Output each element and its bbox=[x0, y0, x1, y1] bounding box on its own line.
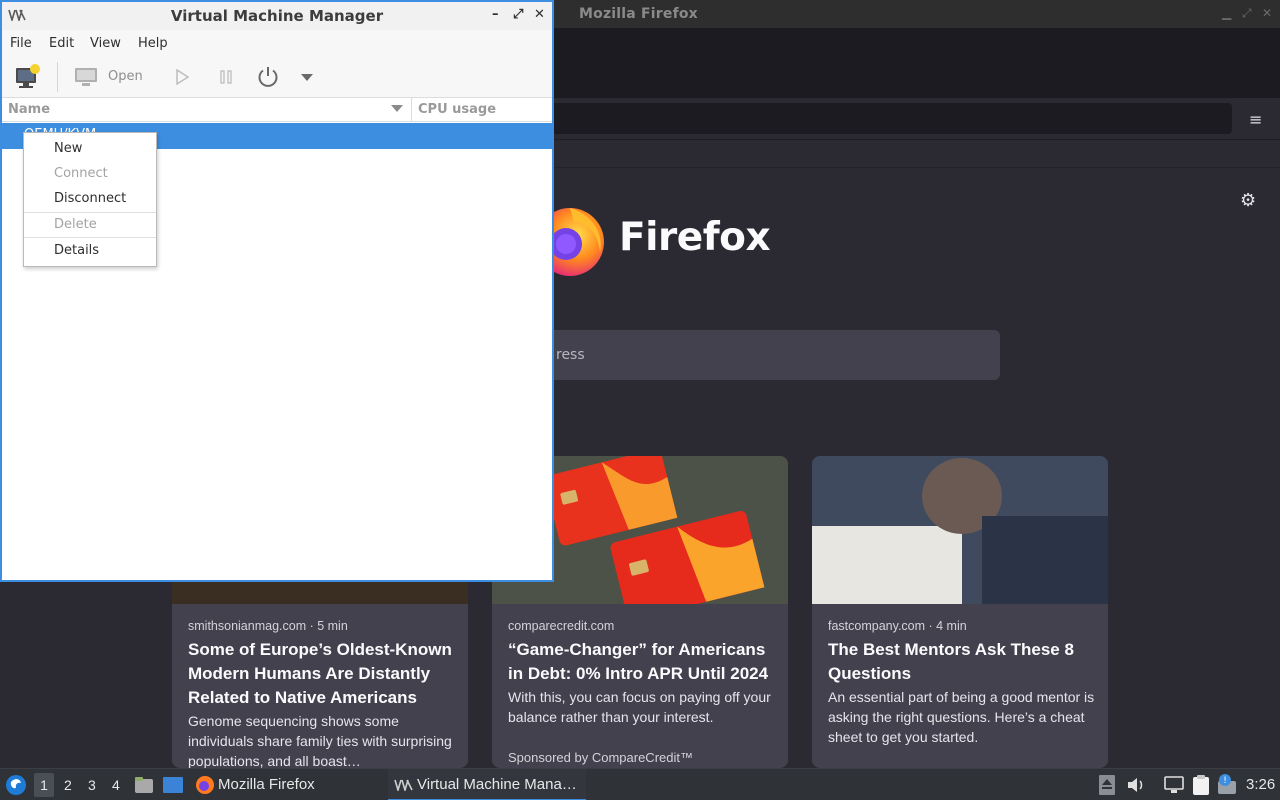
monitor-icon[interactable] bbox=[74, 66, 98, 88]
menu-separator bbox=[24, 237, 156, 238]
clipboard-icon[interactable] bbox=[1191, 774, 1211, 796]
url-bar[interactable] bbox=[540, 103, 1232, 134]
story-description: An essential part of being a good mentor… bbox=[828, 689, 1095, 745]
taskbar: 1 2 3 4 Mozilla Firefox Virtual Machine … bbox=[0, 768, 1280, 800]
file-manager-icon[interactable] bbox=[134, 775, 154, 795]
settings-gear-icon[interactable]: ⚙ bbox=[1240, 190, 1256, 211]
menu-item-label: Connect bbox=[54, 166, 108, 181]
firefox-wordmark: Firefox bbox=[619, 215, 771, 260]
context-menu-disconnect[interactable]: Disconnect bbox=[24, 187, 156, 211]
maximize-icon[interactable]: ⤢ bbox=[513, 7, 523, 22]
task-firefox[interactable]: Mozilla Firefox bbox=[192, 769, 382, 800]
context-menu-connect[interactable]: Connect bbox=[24, 162, 156, 186]
story-source: fastcompany.com · 4 min bbox=[828, 619, 967, 633]
context-menu-new[interactable]: New bbox=[24, 137, 156, 161]
context-menu-delete[interactable]: Delete bbox=[24, 213, 156, 237]
virt-manager-window: Virtual Machine Manager – ⤢ ✕ File Edit … bbox=[0, 0, 554, 582]
menu-file[interactable]: File bbox=[10, 36, 32, 51]
firefox-window-title: Mozilla Firefox bbox=[579, 6, 698, 22]
close-icon[interactable]: ✕ bbox=[534, 7, 545, 22]
menu-item-label: Disconnect bbox=[54, 191, 127, 206]
volume-icon[interactable] bbox=[1126, 776, 1146, 794]
task-label: Virtual Machine Mana… bbox=[417, 776, 577, 793]
sponsor-label: Sponsored by CompareCredit™ bbox=[508, 750, 693, 765]
menu-edit[interactable]: Edit bbox=[49, 36, 74, 51]
vmm-titlebar[interactable]: Virtual Machine Manager – ⤢ ✕ bbox=[2, 2, 552, 30]
menu-item-label: Delete bbox=[54, 217, 97, 232]
story-title: The Best Mentors Ask These 8 Questions bbox=[828, 640, 1074, 683]
context-menu-details[interactable]: Details bbox=[24, 239, 156, 263]
eject-icon[interactable] bbox=[1098, 774, 1116, 796]
open-button-label[interactable]: Open bbox=[108, 69, 143, 84]
minimize-icon[interactable]: – bbox=[492, 7, 499, 22]
story-source: comparecredit.com bbox=[508, 619, 615, 633]
play-icon[interactable] bbox=[174, 69, 190, 85]
clock[interactable]: 3:26 bbox=[1246, 776, 1275, 793]
story-card[interactable]: fastcompany.com · 4 min The Best Mentors… bbox=[812, 456, 1108, 768]
start-menu-icon[interactable] bbox=[5, 774, 27, 796]
vmm-toolbar: Open bbox=[2, 56, 552, 98]
context-menu: New Connect Disconnect Delete Details bbox=[23, 132, 157, 267]
workspace-1[interactable]: 1 bbox=[34, 773, 54, 797]
power-icon[interactable] bbox=[256, 65, 280, 89]
workspace-3[interactable]: 3 bbox=[88, 777, 96, 793]
column-divider[interactable] bbox=[411, 98, 412, 122]
story-source: smithsonianmag.com · 5 min bbox=[188, 619, 348, 633]
story-image bbox=[812, 456, 1108, 604]
new-vm-icon[interactable] bbox=[14, 64, 42, 90]
workspace-2[interactable]: 2 bbox=[64, 777, 72, 793]
search-box[interactable] bbox=[540, 330, 1000, 380]
pause-icon[interactable] bbox=[218, 69, 234, 85]
svg-text:!: ! bbox=[1223, 776, 1227, 786]
minimize-icon[interactable]: ▁ bbox=[1222, 6, 1231, 20]
toolbar-separator bbox=[57, 62, 58, 92]
close-icon[interactable]: ✕ bbox=[1262, 6, 1272, 20]
sort-arrow-icon[interactable] bbox=[391, 105, 403, 112]
hamburger-menu-icon[interactable]: ≡ bbox=[1249, 110, 1262, 129]
menu-item-label: Details bbox=[54, 243, 100, 258]
story-title: Some of Europe’s Oldest-Known Modern Hum… bbox=[188, 640, 452, 707]
column-name[interactable]: Name bbox=[8, 102, 50, 117]
story-description: Genome sequencing shows some individuals… bbox=[188, 713, 452, 768]
virt-manager-taskbar-icon bbox=[394, 779, 413, 791]
story-title: “Game-Changer” for Americans in Debt: 0%… bbox=[508, 640, 769, 683]
column-cpu-usage[interactable]: CPU usage bbox=[418, 102, 496, 117]
dropdown-arrow-icon[interactable] bbox=[300, 73, 314, 83]
notification-icon[interactable]: ! bbox=[1216, 773, 1240, 797]
firefox-taskbar-icon bbox=[196, 776, 214, 794]
maximize-icon[interactable]: ⤢ bbox=[1242, 6, 1252, 21]
menu-view[interactable]: View bbox=[90, 36, 121, 51]
workspace-4[interactable]: 4 bbox=[112, 777, 120, 793]
vmm-window-title: Virtual Machine Manager bbox=[170, 7, 384, 25]
menu-help[interactable]: Help bbox=[138, 36, 168, 51]
story-description: With this, you can focus on paying off y… bbox=[508, 689, 771, 725]
task-virt-manager[interactable]: Virtual Machine Mana… bbox=[388, 769, 586, 800]
vmm-menubar: File Edit View Help bbox=[2, 30, 552, 56]
menu-item-label: New bbox=[54, 141, 83, 156]
task-label: Mozilla Firefox bbox=[218, 776, 315, 793]
network-icon[interactable] bbox=[1164, 776, 1184, 794]
desktop-icon[interactable] bbox=[162, 776, 184, 794]
search-placeholder: ress bbox=[556, 347, 585, 363]
vm-list-header: Name CPU usage bbox=[2, 98, 552, 122]
